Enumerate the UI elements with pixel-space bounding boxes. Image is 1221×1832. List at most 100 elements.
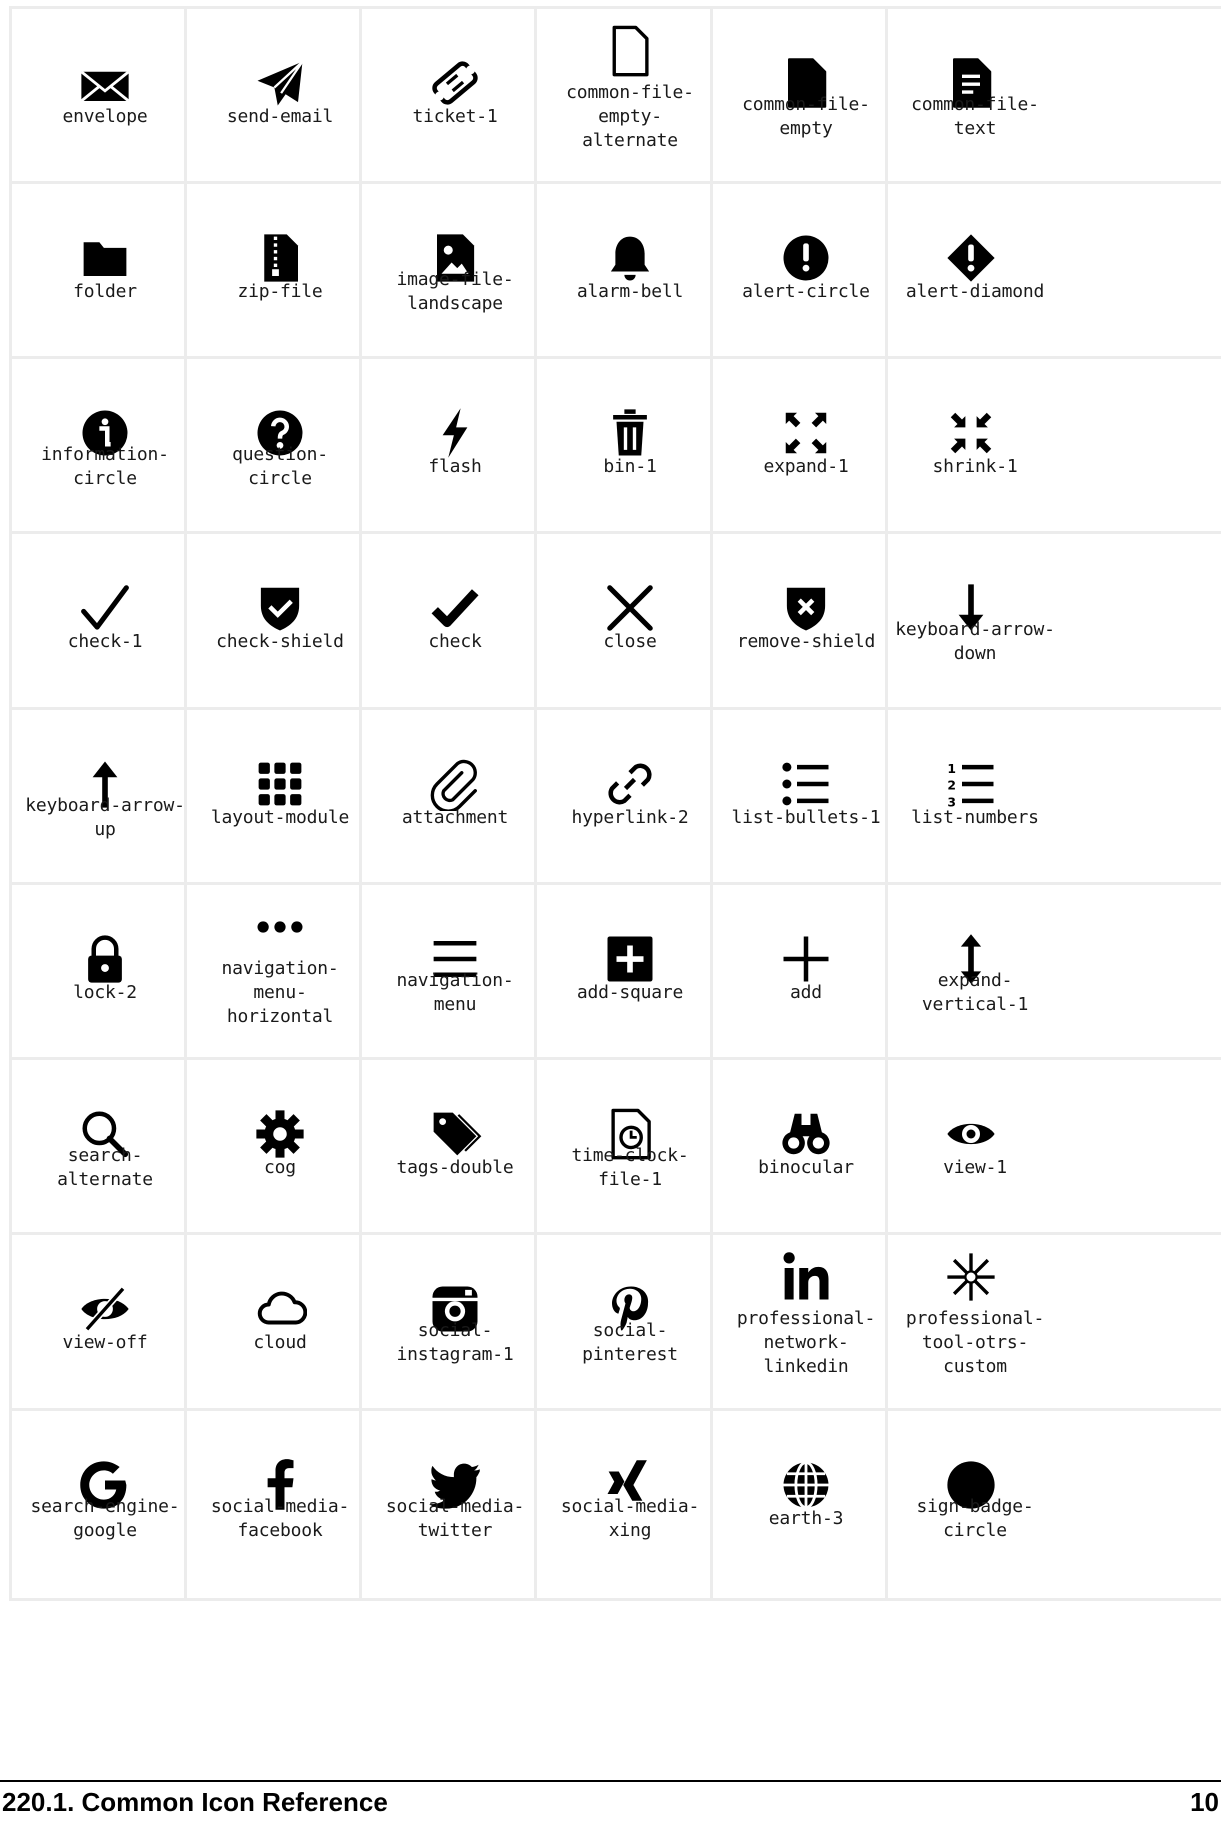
icon-label: common-file- text	[911, 94, 1039, 139]
alert-diamond-icon	[888, 230, 1054, 286]
icon-cell-tags-double: tags-double	[359, 1057, 551, 1250]
icon-cell-alarm-bell: alarm-bell	[534, 181, 726, 374]
icon-cell-expand-vertical-1: expand- vertical-1	[885, 882, 1221, 1075]
icon-label: alert-circle	[742, 281, 870, 302]
icon-cell-cloud: cloud	[184, 1232, 376, 1425]
icon-cell-image-file-landscape: image-file- landscape	[359, 181, 551, 374]
check-1-icon	[12, 580, 198, 636]
send-email-icon	[187, 55, 373, 111]
icon-label: lock-2	[73, 982, 137, 1003]
icon-cell-social-instagram-1: social- instagram-1	[359, 1232, 551, 1425]
icon-cell-hyperlink-2: hyperlink-2	[534, 707, 726, 900]
icon-cell-social-pinterest: social- pinterest	[534, 1232, 726, 1425]
icon-label: add-square	[576, 982, 684, 1003]
icon-cell-envelope: envelope	[9, 6, 201, 199]
icon-label: expand- vertical-1	[921, 970, 1029, 1015]
icon-cell-folder: folder	[9, 181, 201, 374]
icon-label: earth-3	[768, 1508, 844, 1529]
icon-label: common-file- empty	[742, 94, 870, 139]
icon-label: social- instagram-1	[396, 1320, 514, 1365]
icon-label: check-1	[67, 631, 143, 652]
footer-page-number: 10	[1184, 1787, 1219, 1818]
icon-cell-search-alternate: search- alternate	[9, 1057, 201, 1250]
icon-label: social-media- xing	[560, 1496, 700, 1541]
close-icon	[537, 580, 723, 636]
icon-label: time-clock- file-1	[571, 1145, 689, 1190]
icon-label: search-engine- google	[30, 1496, 180, 1541]
alert-circle-icon	[713, 230, 899, 286]
icon-cell-social-media-xing: social-media- xing	[534, 1408, 726, 1601]
icon-label: expand-1	[763, 456, 849, 477]
icon-cell-remove-shield: remove-shield	[710, 531, 902, 724]
icon-label: list-numbers	[911, 807, 1039, 828]
icon-label: flash	[428, 456, 482, 477]
icon-cell-list-numbers: 1 2 3 list-numbers	[885, 707, 1221, 900]
icon-cell-common-file-empty: common-file- empty	[710, 6, 902, 199]
icon-label: list-bullets-1	[731, 807, 881, 828]
icon-label: check	[428, 631, 482, 652]
icon-cell-expand-1: expand-1	[710, 356, 902, 549]
svg-text:2: 2	[947, 779, 956, 793]
icon-label: social- pinterest	[582, 1320, 678, 1365]
icon-cell-send-email: send-email	[184, 6, 376, 199]
list-numbers-icon: 123	[888, 756, 1054, 812]
icon-label: binocular	[758, 1157, 854, 1178]
hyperlink-2-icon	[537, 756, 723, 812]
icon-cell-keyboard-arrow-up: keyboard-arrow- up	[9, 707, 201, 900]
icon-label: layout-module	[210, 807, 350, 828]
zip-file-icon	[187, 230, 373, 286]
icon-label: check-shield	[216, 631, 344, 652]
cloud-icon	[187, 1281, 373, 1337]
common-file-empty-alternate-icon	[537, 23, 723, 79]
icon-label: common-file- empty- alternate	[566, 82, 694, 151]
icon-cell-professional-network-linkedin: professional- network- linkedin	[710, 1232, 902, 1425]
folder-icon	[12, 230, 198, 286]
professional-network-linkedin-icon	[713, 1249, 899, 1305]
view-1-icon	[888, 1106, 1054, 1162]
icon-label: remove-shield	[736, 631, 876, 652]
check-shield-icon	[187, 580, 373, 636]
icon-label: alert-diamond	[905, 281, 1045, 302]
icon-label: navigation- menu- horizontal	[221, 958, 339, 1027]
icon-reference-grid: envelope send-email ticket-1 common-file- e…	[0, 0, 1221, 1832]
icon-cell-sign-badge-circle: sign-badge- circle	[885, 1408, 1221, 1601]
bin-1-icon	[537, 405, 723, 461]
icon-cell-lock-2: lock-2	[9, 882, 201, 1075]
icon-label: close	[603, 631, 657, 652]
icon-label: professional- network- linkedin	[736, 1308, 876, 1377]
navigation-menu-horizontal-icon	[187, 899, 373, 955]
icon-cell-information-circle: information- circle	[9, 356, 201, 549]
cog-icon	[187, 1106, 373, 1162]
icon-label: view-1	[943, 1157, 1007, 1178]
flash-icon	[362, 405, 548, 461]
tags-double-icon	[362, 1106, 548, 1162]
icon-label: social-media- facebook	[210, 1496, 350, 1541]
icon-cell-professional-tool-otrs-custom: professional- tool-otrs- custom	[885, 1232, 1221, 1425]
icon-cell-cog: cog	[184, 1057, 376, 1250]
icon-label: add	[790, 982, 822, 1003]
icon-label: keyboard-arrow- down	[895, 619, 1055, 664]
icon-cell-question-circle: question- circle	[184, 356, 376, 549]
icon-cell-attachment: attachment	[359, 707, 551, 900]
remove-shield-icon	[713, 580, 899, 636]
icon-cell-earth-3: earth-3	[710, 1408, 902, 1601]
footer-section-title: 220.1. Common Icon Reference	[2, 1787, 394, 1818]
icon-label: information- circle	[41, 444, 169, 489]
icon-cell-check: check	[359, 531, 551, 724]
icon-label: send-email	[226, 106, 334, 127]
icon-cell-keyboard-arrow-down: keyboard-arrow- down	[885, 531, 1221, 724]
icon-cell-zip-file: zip-file	[184, 181, 376, 374]
footer-rule	[0, 1780, 1221, 1782]
icon-label: question- circle	[232, 444, 328, 489]
icon-cell-common-file-empty-alternate: common-file- empty- alternate	[534, 6, 726, 199]
icon-label: view-off	[62, 1332, 148, 1353]
icon-cell-social-media-facebook: social-media- facebook	[184, 1408, 376, 1601]
shrink-1-icon	[888, 405, 1054, 461]
icon-label: cog	[264, 1157, 296, 1178]
icon-cell-ticket-1: ticket-1	[359, 6, 551, 199]
icon-label: bin-1	[603, 456, 657, 477]
list-bullets-1-icon	[713, 756, 899, 812]
icon-cell-binocular: binocular	[710, 1057, 902, 1250]
earth-3-icon	[713, 1457, 899, 1513]
icon-label: professional- tool-otrs- custom	[905, 1308, 1045, 1377]
